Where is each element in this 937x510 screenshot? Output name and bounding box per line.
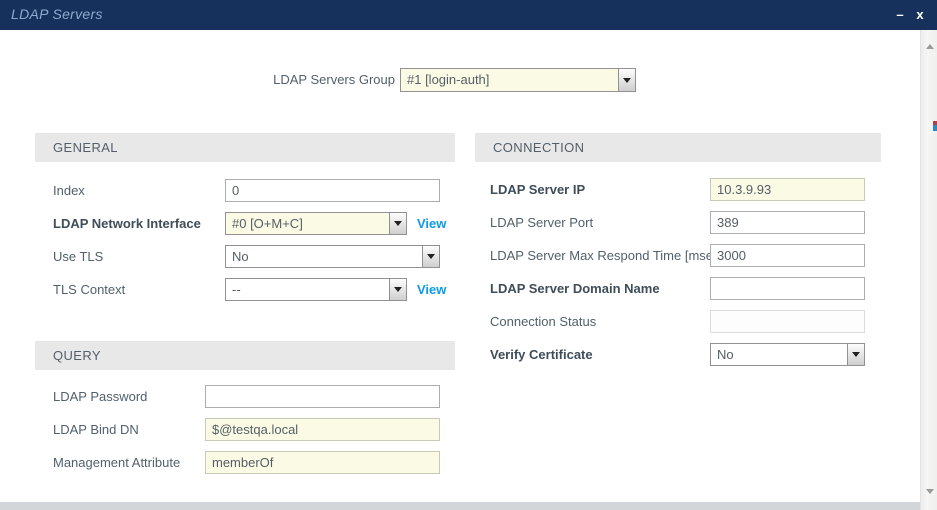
tls-context-view-link[interactable]: View xyxy=(417,278,446,301)
ldap-servers-group-value: #1 [login-auth] xyxy=(401,69,618,91)
ldap-network-interface-value: #0 [O+M+C] xyxy=(226,213,389,234)
ldap-servers-group-select[interactable]: #1 [login-auth] xyxy=(400,68,636,92)
ldap-server-ip-input[interactable] xyxy=(710,178,865,201)
close-button[interactable]: x xyxy=(911,5,929,25)
query-section-header: QUERY xyxy=(35,341,455,370)
chevron-down-icon[interactable] xyxy=(422,246,439,267)
ldap-server-ip-label: LDAP Server IP xyxy=(490,178,708,201)
ldap-server-max-respond-time-input[interactable] xyxy=(710,244,865,267)
ldap-password-label: LDAP Password xyxy=(53,385,203,408)
ldap-servers-group-label: LDAP Servers Group xyxy=(150,68,395,91)
verify-certificate-label: Verify Certificate xyxy=(490,343,708,366)
background-edge-artifact xyxy=(933,121,937,131)
minimize-button[interactable]: – xyxy=(891,5,909,25)
ldap-network-interface-select[interactable]: #0 [O+M+C] xyxy=(225,212,407,235)
horizontal-scrollbar[interactable] xyxy=(0,502,920,510)
management-attribute-label: Management Attribute xyxy=(53,451,203,474)
scroll-down-icon[interactable] xyxy=(921,483,937,500)
ldap-server-port-input[interactable] xyxy=(710,211,865,234)
vertical-scrollbar[interactable] xyxy=(920,30,937,510)
general-section-header: GENERAL xyxy=(35,133,455,162)
verify-certificate-value: No xyxy=(711,344,847,365)
use-tls-select[interactable]: No xyxy=(225,245,440,268)
ldap-server-domain-name-input[interactable] xyxy=(710,277,865,300)
use-tls-value: No xyxy=(226,246,422,267)
ldap-servers-dialog: LDAP Servers – x LDAP Servers Group #1 [… xyxy=(0,0,937,510)
chevron-down-icon[interactable] xyxy=(389,279,406,300)
ldap-bind-dn-label: LDAP Bind DN xyxy=(53,418,203,441)
dialog-titlebar: LDAP Servers – x xyxy=(0,0,937,30)
network-interface-view-link[interactable]: View xyxy=(417,212,446,235)
index-input[interactable] xyxy=(225,179,440,202)
connection-status-label: Connection Status xyxy=(490,310,708,333)
chevron-down-icon[interactable] xyxy=(618,69,635,91)
connection-status-input xyxy=(710,310,865,333)
connection-section-header: CONNECTION xyxy=(475,133,881,162)
ldap-server-port-label: LDAP Server Port xyxy=(490,211,708,234)
ldap-server-domain-name-label: LDAP Server Domain Name xyxy=(490,277,708,300)
ldap-bind-dn-input[interactable] xyxy=(205,418,440,441)
tls-context-select[interactable]: -- xyxy=(225,278,407,301)
chevron-down-icon[interactable] xyxy=(847,344,864,365)
ldap-password-input[interactable] xyxy=(205,385,440,408)
management-attribute-input[interactable] xyxy=(205,451,440,474)
tls-context-label: TLS Context xyxy=(53,278,221,301)
use-tls-label: Use TLS xyxy=(53,245,221,268)
dialog-title: LDAP Servers xyxy=(11,6,103,22)
scroll-up-icon[interactable] xyxy=(921,38,937,55)
chevron-down-icon[interactable] xyxy=(389,213,406,234)
ldap-server-max-respond-time-label: LDAP Server Max Respond Time [msec] xyxy=(490,244,708,267)
ldap-network-interface-label: LDAP Network Interface xyxy=(53,212,221,235)
verify-certificate-select[interactable]: No xyxy=(710,343,865,366)
tls-context-value: -- xyxy=(226,279,389,300)
index-label: Index xyxy=(53,179,221,202)
